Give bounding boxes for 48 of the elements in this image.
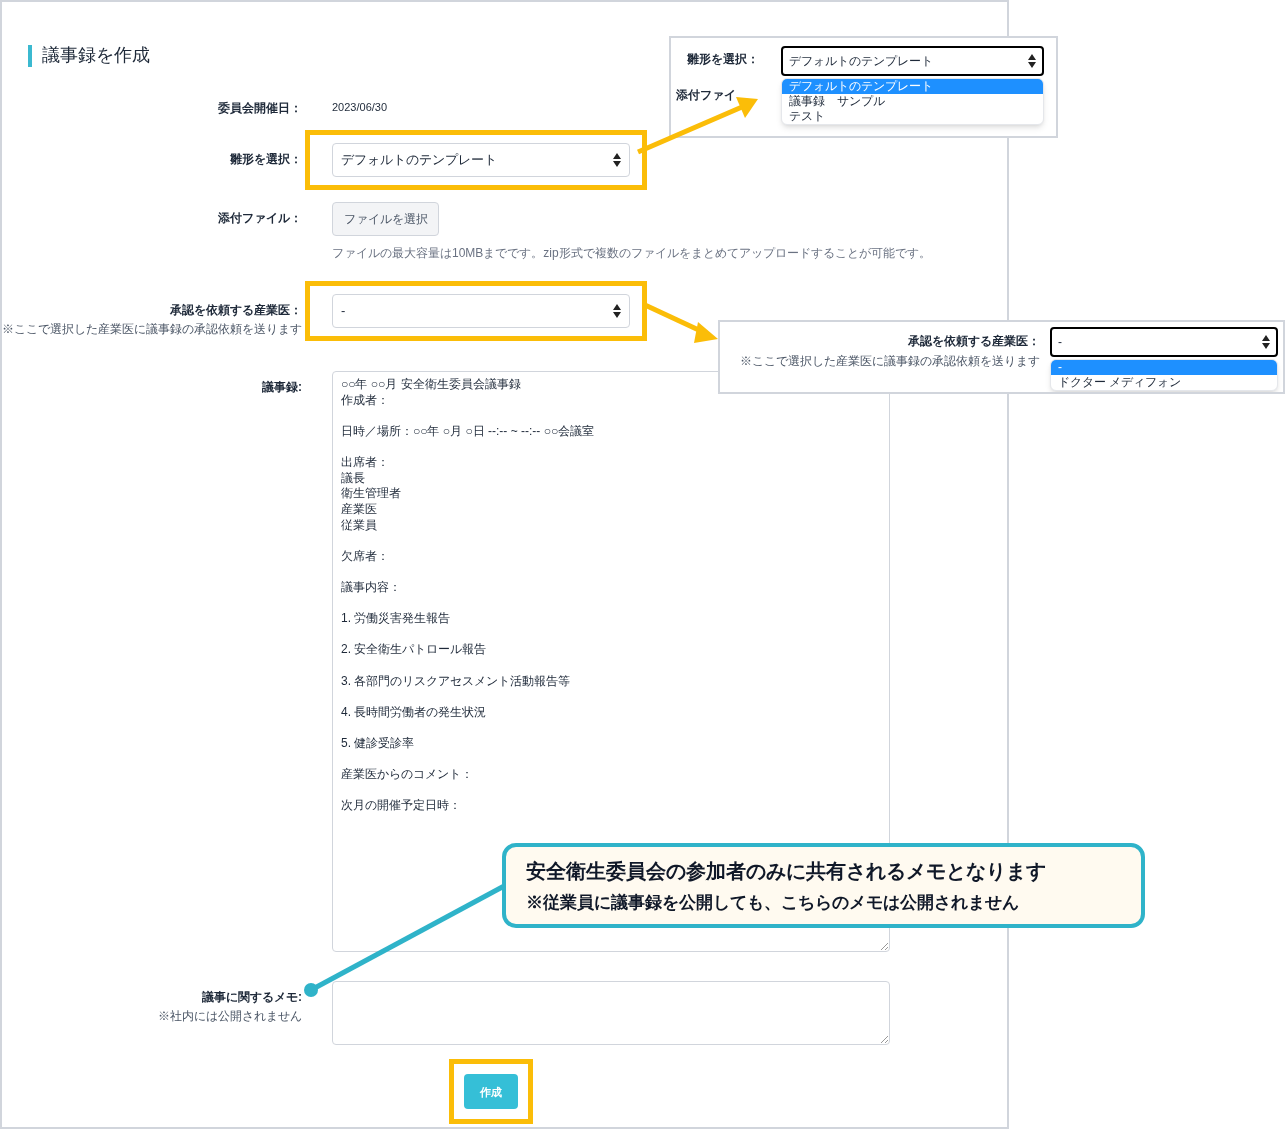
- select-field[interactable]: -: [332, 294, 630, 328]
- minutes-line: 産業医: [341, 502, 377, 518]
- field-label: 承認を依頼する産業医：: [908, 333, 1040, 350]
- select-field[interactable]: デフォルトのテンプレート: [781, 46, 1044, 76]
- dropdown-option[interactable]: テスト: [782, 109, 1043, 124]
- field-label: 雛形を選択：: [230, 151, 302, 168]
- select-arrows-icon: [613, 304, 621, 318]
- minutes-line: 従業員: [341, 517, 377, 534]
- minutes-line: ○○年 ○○月 安全衛生委員会議事録: [341, 377, 521, 393]
- minutes-line: 作成者：: [341, 392, 389, 409]
- title-accent-bar: [28, 44, 32, 67]
- field-label: 議事録:: [262, 379, 302, 397]
- minutes-line: 産業医からのコメント：: [341, 767, 473, 783]
- minutes-line: 4. 長時間労働者の発生状況: [341, 704, 487, 721]
- minutes-line: 議長: [341, 470, 365, 487]
- minutes-line: 議事内容：: [341, 579, 401, 596]
- select-field[interactable]: -: [1050, 327, 1278, 357]
- dropdown-option[interactable]: ドクター メディフォン: [1051, 375, 1277, 390]
- field-label: 議事に関するメモ:: [202, 989, 302, 1007]
- select-arrows-icon: [1028, 54, 1036, 68]
- dropdown-option[interactable]: 議事録 サンプル: [782, 94, 1043, 109]
- minutes-line: 日時／場所：○○年 ○月 ○日 --:-- ~ --:-- ○○会議室: [341, 424, 595, 440]
- minutes-line: 1. 労働災害発生報告: [341, 611, 451, 627]
- resize-handle-icon[interactable]: [880, 942, 888, 951]
- memo-field[interactable]: [332, 981, 890, 1046]
- minutes-line: 次月の開催予定日時：: [341, 798, 461, 814]
- field-label: 委員会開催日：: [218, 100, 302, 117]
- minutes-line: 5. 健診受診率: [341, 735, 415, 752]
- date-value: 2023/06/30: [332, 100, 388, 115]
- page-title: 議事録を作成: [42, 44, 150, 67]
- field-label: 添付ファイ: [676, 87, 737, 104]
- file-select-button[interactable]: ファイルを選択: [332, 202, 439, 236]
- field-label: 添付ファイル：: [218, 210, 302, 227]
- minutes-line: 2. 安全衛生パトロール報告: [341, 642, 487, 658]
- field-note: ※ここで選択した産業医に議事録の承認依頼を送ります: [740, 353, 1040, 370]
- minutes-line: 欠席者：: [341, 548, 389, 565]
- select-arrows-icon: [1262, 335, 1270, 349]
- field-label: 承認を依頼する産業医：: [170, 302, 302, 319]
- select-field[interactable]: デフォルトのテンプレート: [332, 143, 630, 177]
- resize-handle-icon[interactable]: [880, 1035, 888, 1044]
- minutes-line: 衛生管理者: [341, 486, 401, 502]
- field-note: ※社内には公開されません: [158, 1009, 302, 1025]
- select-arrows-icon: [613, 153, 621, 167]
- minutes-line: 3. 各部門のリスクアセスメント活動報告等: [341, 673, 571, 690]
- field-label: 雛形を選択：: [687, 51, 760, 68]
- minutes-line: 出席者：: [341, 455, 389, 471]
- field-note: ※ここで選択した産業医に議事録の承認依頼を送ります: [2, 322, 302, 337]
- file-hint: ファイルの最大容量は10MBまでです。zip形式で複数のファイルをまとめてアップロードすることが可能です。: [332, 245, 931, 262]
